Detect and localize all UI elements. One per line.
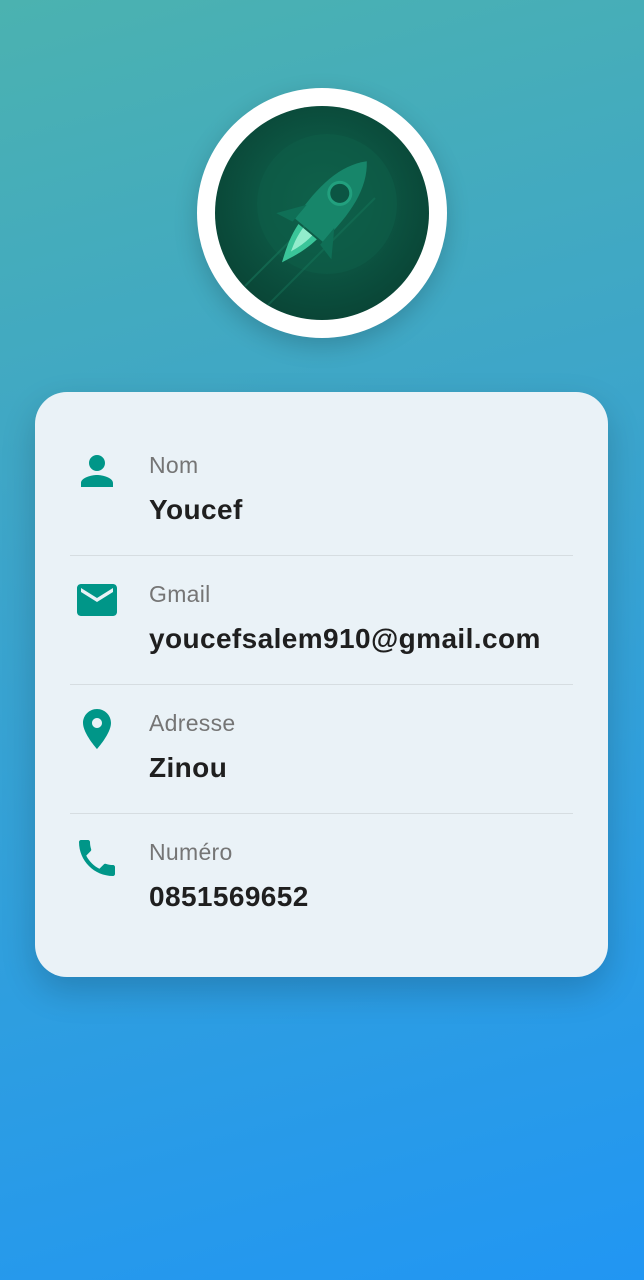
info-label: Adresse [149,710,236,736]
profile-avatar[interactable] [197,88,447,338]
profile-info-card: Nom Youcef Gmail youcefsalem910@gmail.co… [35,392,608,977]
person-icon [73,447,121,495]
info-row-adresse: Adresse Zinou [35,650,608,783]
info-label: Numéro [149,839,233,865]
info-row-numero: Numéro 0851569652 [35,779,608,912]
info-label: Nom [149,452,199,478]
phone-icon [73,834,121,882]
info-row-nom: Nom Youcef [35,392,608,525]
info-value: 0851569652 [149,881,309,912]
mail-icon [73,576,121,624]
location-pin-icon [73,705,121,753]
info-label: Gmail [149,581,211,607]
info-row-gmail: Gmail youcefsalem910@gmail.com [35,521,608,654]
rocket-icon [215,106,429,320]
